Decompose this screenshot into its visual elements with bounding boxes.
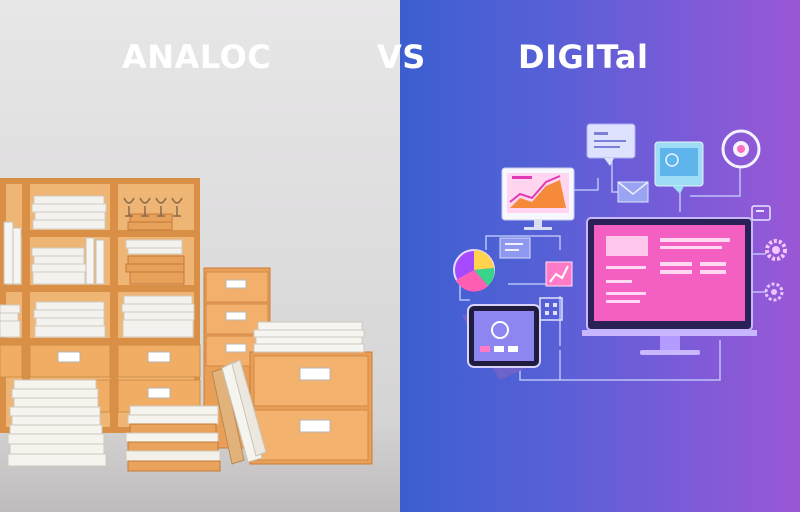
gear-icon bbox=[764, 282, 784, 302]
comparison-image: ANALOC VS DIGITal bbox=[0, 0, 800, 512]
paper-stack-icon bbox=[7, 379, 107, 467]
grid-icon bbox=[539, 297, 563, 321]
file-cabinet-icon bbox=[249, 321, 373, 465]
envelope-icon bbox=[617, 181, 649, 203]
gear-icon bbox=[765, 239, 787, 261]
document-icon bbox=[751, 205, 771, 221]
digital-heading: DIGITal bbox=[518, 38, 649, 76]
chat-bubble-icon bbox=[654, 141, 704, 194]
chart-icon bbox=[545, 261, 573, 287]
paper-stack-icon bbox=[125, 405, 221, 472]
chat-bubble-icon bbox=[586, 123, 636, 166]
monitor-icon bbox=[582, 217, 757, 355]
tablet-icon bbox=[462, 304, 541, 380]
versus-heading: VS bbox=[377, 38, 426, 76]
analog-heading: ANALOC bbox=[122, 38, 272, 76]
monitor-icon bbox=[501, 167, 575, 230]
document-icon bbox=[499, 237, 531, 259]
illustration bbox=[0, 123, 787, 472]
target-icon bbox=[721, 129, 761, 169]
pie-chart-icon bbox=[453, 249, 495, 292]
